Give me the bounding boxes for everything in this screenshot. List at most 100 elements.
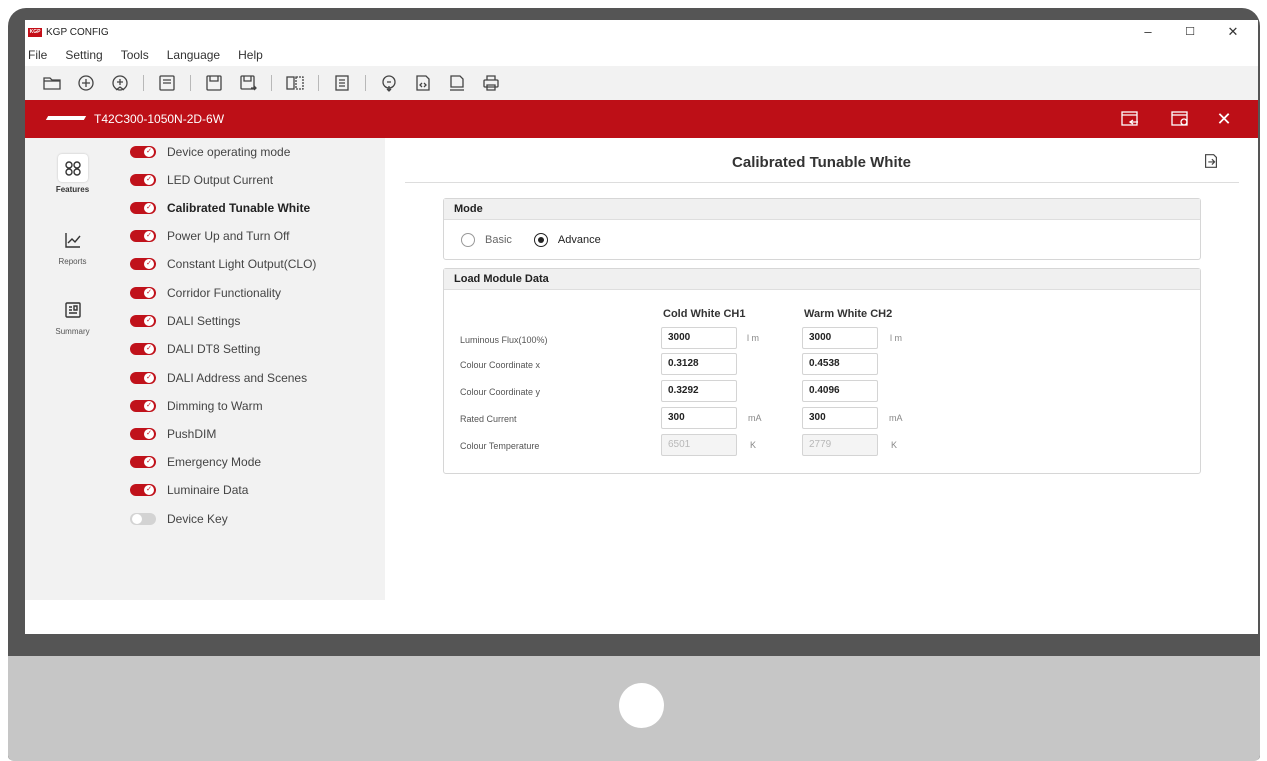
toolbar-separator <box>143 75 144 91</box>
mode-radio-group: Basic Advance <box>461 233 623 247</box>
print-icon[interactable] <box>480 72 502 94</box>
feature-item[interactable]: DALI DT8 Setting <box>120 339 385 359</box>
row-label-colour-x: Colour Coordinate x <box>460 360 541 370</box>
close-device-button[interactable]: ✕ <box>1213 109 1235 129</box>
app-window: KGP KGP CONFIG – ☐ ✕ File Setting Tools … <box>25 20 1258 634</box>
monitor-power-button <box>619 683 664 728</box>
close-window-button[interactable]: ✕ <box>1218 22 1248 42</box>
feature-toggle[interactable] <box>130 484 156 496</box>
luminous-flux-ch1-input[interactable]: 3000 <box>661 327 737 349</box>
unit-label: K <box>750 440 757 450</box>
feature-label: DALI Settings <box>167 314 241 328</box>
mode-panel: Mode Basic Advance <box>443 198 1201 260</box>
list-icon[interactable] <box>331 72 353 94</box>
maximize-button[interactable]: ☐ <box>1175 22 1205 42</box>
colour-temperature-ch2-field: 2779 <box>802 434 878 456</box>
unit-label: l m <box>890 333 902 343</box>
colour-y-ch1-input[interactable]: 0.3292 <box>661 380 737 402</box>
feature-list: Device operating mode LED Output Current… <box>120 138 385 600</box>
feature-label: Emergency Mode <box>167 455 262 469</box>
rated-current-ch1-input[interactable]: 300 <box>661 407 737 429</box>
menu-help[interactable]: Help <box>238 48 263 62</box>
feature-item[interactable]: Luminaire Data <box>120 480 385 500</box>
feature-label: PushDIM <box>167 427 217 441</box>
add-icon[interactable] <box>75 72 97 94</box>
feature-label: Luminaire Data <box>167 483 249 497</box>
unit-label: mA <box>889 413 903 423</box>
radio-basic-label[interactable]: Basic <box>485 234 512 246</box>
feature-item[interactable]: Device operating mode <box>120 142 385 162</box>
save-icon[interactable] <box>203 72 225 94</box>
toolbar-separator <box>365 75 366 91</box>
divider <box>405 182 1239 183</box>
feature-item[interactable]: Device Key <box>120 509 385 529</box>
feature-toggle[interactable] <box>130 174 156 186</box>
rail-item-features[interactable]: Features <box>25 154 120 194</box>
rail-item-summary[interactable]: Summary <box>25 296 120 336</box>
feature-item[interactable]: Power Up and Turn Off <box>120 226 385 246</box>
menu-file[interactable]: File <box>28 48 47 62</box>
feature-toggle[interactable] <box>130 513 156 525</box>
device-settings-icon[interactable] <box>1170 109 1192 129</box>
import-device-icon[interactable] <box>1120 109 1142 129</box>
column-header-ch1: Cold White CH1 <box>663 308 746 320</box>
feature-label: Power Up and Turn Off <box>167 229 290 243</box>
menu-tools[interactable]: Tools <box>121 48 149 62</box>
sync-icon[interactable] <box>378 72 400 94</box>
feature-toggle[interactable] <box>130 400 156 412</box>
feature-item[interactable]: LED Output Current <box>120 170 385 190</box>
compare-icon[interactable] <box>284 72 306 94</box>
luminous-flux-ch2-input[interactable]: 3000 <box>802 327 878 349</box>
feature-item[interactable]: Calibrated Tunable White <box>120 198 385 218</box>
main-content: Calibrated Tunable White Mode Basic Adva… <box>385 138 1258 600</box>
colour-y-ch2-input[interactable]: 0.4096 <box>802 380 878 402</box>
feature-toggle[interactable] <box>130 428 156 440</box>
load-module-title: Load Module Data <box>444 269 1200 290</box>
rated-current-ch2-input[interactable]: 300 <box>802 407 878 429</box>
row-label-rated-current: Rated Current <box>460 414 517 424</box>
code-export-icon[interactable] <box>412 72 434 94</box>
feature-toggle[interactable] <box>130 372 156 384</box>
feature-toggle[interactable] <box>130 146 156 158</box>
feature-item[interactable]: Dimming to Warm <box>120 396 385 416</box>
colour-x-ch2-input[interactable]: 0.4538 <box>802 353 878 375</box>
feature-toggle[interactable] <box>130 230 156 242</box>
feature-item[interactable]: DALI Settings <box>120 311 385 331</box>
menu-setting[interactable]: Setting <box>65 48 102 62</box>
feature-toggle[interactable] <box>130 315 156 327</box>
page-title: Calibrated Tunable White <box>732 154 911 171</box>
toolbar-separator <box>190 75 191 91</box>
feature-item[interactable]: Emergency Mode <box>120 452 385 472</box>
feature-toggle[interactable] <box>130 456 156 468</box>
menu-language[interactable]: Language <box>167 48 220 62</box>
feature-toggle[interactable] <box>130 287 156 299</box>
row-label-colour-y: Colour Coordinate y <box>460 387 541 397</box>
mode-panel-title: Mode <box>444 199 1200 220</box>
add-device-icon[interactable] <box>109 72 131 94</box>
radio-advance[interactable] <box>533 233 548 247</box>
feature-item[interactable]: Constant Light Output(CLO) <box>120 254 385 274</box>
feature-label: Dimming to Warm <box>167 399 263 413</box>
open-folder-icon[interactable] <box>41 72 63 94</box>
html-export-icon[interactable] <box>446 72 468 94</box>
colour-x-ch1-input[interactable]: 0.3128 <box>661 353 737 375</box>
row-label-colour-temperature: Colour Temperature <box>460 441 540 451</box>
rail-item-reports[interactable]: Reports <box>25 226 120 266</box>
feature-item[interactable]: Corridor Functionality <box>120 283 385 303</box>
save-as-icon[interactable] <box>237 72 259 94</box>
feature-toggle[interactable] <box>130 258 156 270</box>
feature-label: Device Key <box>167 512 228 526</box>
feature-toggle[interactable] <box>130 343 156 355</box>
feature-item[interactable]: PushDIM <box>120 424 385 444</box>
feature-toggle[interactable] <box>130 202 156 214</box>
radio-basic[interactable] <box>461 233 475 247</box>
feature-item[interactable]: DALI Address and Scenes <box>120 368 385 388</box>
row-label-luminous-flux: Luminous Flux(100%) <box>460 335 548 345</box>
read-icon[interactable] <box>156 72 178 94</box>
radio-advance-label[interactable]: Advance <box>558 234 601 246</box>
minimize-button[interactable]: – <box>1133 22 1163 42</box>
toolbar <box>25 66 1258 100</box>
export-icon[interactable] <box>1202 152 1222 172</box>
unit-label: mA <box>748 413 762 423</box>
rail-label: Features <box>55 185 90 194</box>
